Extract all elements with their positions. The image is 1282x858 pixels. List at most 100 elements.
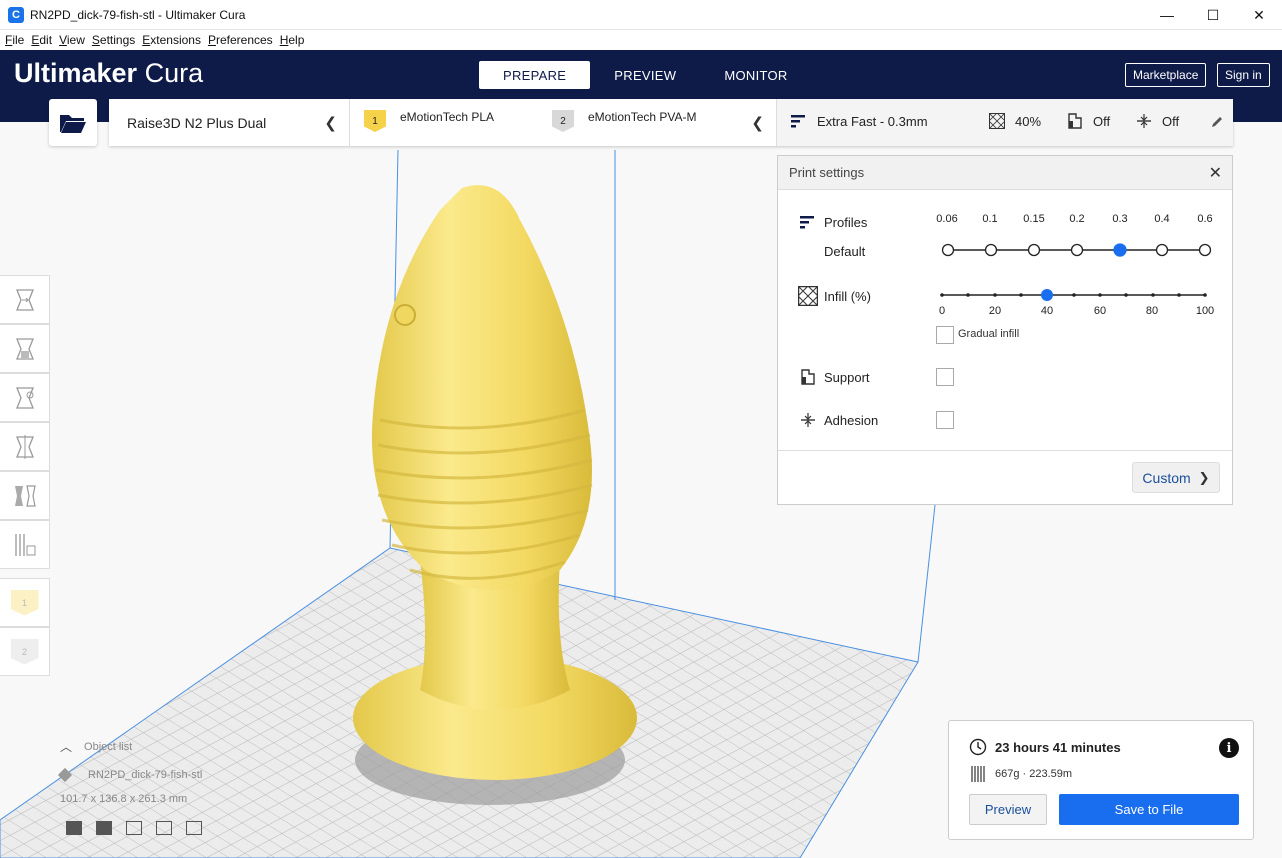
profile-stop[interactable] — [1198, 243, 1212, 257]
infill-tick-label: 0 — [938, 305, 946, 317]
scale-tool-button[interactable] — [0, 324, 50, 373]
menu-view[interactable]: View — [59, 33, 85, 47]
quality-profile: Extra Fast - 0.3mm — [791, 113, 928, 129]
object-dimensions: 101.7 x 136.8 x 261.3 mm — [60, 793, 188, 805]
support-blocker-button[interactable] — [0, 520, 50, 569]
material-usage: 667g · 223.59m — [971, 766, 1072, 782]
minimize-button[interactable]: — — [1144, 0, 1190, 30]
print-settings-title: Print settings — [789, 165, 865, 180]
menu-file[interactable]: File — [5, 33, 24, 47]
per-model-settings-button[interactable] — [0, 471, 50, 520]
info-icon[interactable]: i — [1219, 738, 1239, 758]
adhesion-icon — [1137, 114, 1151, 128]
adhesion-checkbox[interactable] — [936, 411, 954, 429]
material-selector[interactable]: 1 eMotionTech PLA 2 eMotionTech PVA-M ❮ — [350, 99, 777, 146]
left-view-icon[interactable] — [156, 821, 172, 835]
3d-view-icon[interactable] — [66, 821, 82, 835]
print-action-panel: 23 hours 41 minutes 667g · 223.59m i Pre… — [948, 720, 1254, 840]
infill-label: Infill (%) — [824, 288, 871, 304]
object-list-header[interactable]: ︿ Object list — [60, 738, 202, 755]
mirror-tool-button[interactable] — [0, 422, 50, 471]
menu-extensions[interactable]: Extensions — [142, 33, 201, 47]
front-view-icon[interactable] — [96, 821, 112, 835]
pencil-icon[interactable] — [1210, 115, 1224, 129]
menu-preferences[interactable]: Preferences — [208, 33, 273, 47]
profile-tick-label: 0.15 — [1023, 213, 1045, 225]
infill-tick-label: 80 — [1145, 305, 1159, 317]
object-list-title: Object list — [84, 740, 133, 753]
close-icon[interactable]: ✕ — [1209, 163, 1222, 183]
move-tool-button[interactable] — [0, 275, 50, 324]
adhesion-value: Off — [1162, 113, 1180, 129]
support-row-label: Support — [800, 369, 870, 385]
profile-stop[interactable] — [941, 243, 955, 257]
support-summary: Off — [1067, 113, 1110, 129]
mirror-icon — [15, 434, 34, 459]
extruder-1-badge: 1 — [364, 110, 386, 132]
material-usage-value: 667g · 223.59m — [995, 768, 1073, 780]
stage-tabs: PREPARE PREVIEW MONITOR — [479, 61, 812, 89]
marketplace-button[interactable]: Marketplace — [1125, 63, 1207, 87]
brand-name: Ultimaker — [14, 58, 138, 88]
profile-stop[interactable] — [1070, 243, 1084, 257]
model-eye — [394, 304, 416, 326]
cura-app-icon: C — [8, 6, 24, 23]
extruder-2-tool[interactable]: 2 — [0, 627, 50, 676]
menu-settings[interactable]: Settings — [92, 33, 135, 47]
extruder-2-badge: 2 — [552, 110, 574, 132]
extruder-2-tool-badge: 2 — [10, 638, 39, 665]
maximize-button[interactable]: ☐ — [1190, 0, 1236, 30]
save-to-file-button[interactable]: Save to File — [1059, 794, 1239, 825]
gradual-infill-checkbox[interactable] — [936, 326, 954, 344]
print-settings-header: Print settings ✕ — [778, 156, 1232, 190]
infill-slider-handle[interactable] — [1041, 289, 1053, 301]
top-view-icon[interactable] — [126, 821, 142, 835]
support-checkbox[interactable] — [936, 368, 954, 386]
profile-stop[interactable] — [1027, 243, 1041, 257]
infill-tick-label: 20 — [988, 305, 1002, 317]
infill-slider[interactable] — [936, 285, 1216, 305]
menu-help[interactable]: Help — [280, 33, 305, 47]
brand-product: Cura — [144, 58, 204, 88]
adhesion-summary: Off — [1136, 113, 1179, 129]
extruder-1-material: eMotionTech PLA — [400, 110, 495, 124]
preview-button[interactable]: Preview — [969, 794, 1047, 825]
model-body — [371, 185, 592, 590]
scale-icon — [15, 337, 34, 360]
tab-preview[interactable]: PREVIEW — [590, 61, 700, 89]
printer-name: Raise3D N2 Plus Dual — [127, 114, 267, 131]
panel-divider — [778, 450, 1232, 451]
infill-value: 40% — [1015, 113, 1042, 129]
printer-selector[interactable]: Raise3D N2 Plus Dual ❮ — [109, 99, 350, 146]
brand-logo: Ultimaker Cura — [14, 58, 203, 89]
support-value: Off — [1093, 113, 1111, 129]
profiles-label: Profiles — [824, 214, 868, 230]
extruder-1-tool-badge: 1 — [10, 589, 39, 616]
close-window-button[interactable]: ✕ — [1236, 0, 1282, 30]
open-file-button[interactable] — [49, 99, 97, 146]
profile-stop[interactable] — [1155, 243, 1169, 257]
print-settings-panel: Print settings ✕ Profiles Default 0.06 0… — [777, 155, 1233, 505]
title-bar: C RN2PD_dick-79-fish-stl - Ultimaker Cur… — [0, 0, 1282, 30]
tab-monitor[interactable]: MONITOR — [700, 61, 811, 89]
profile-stop-selected[interactable] — [1113, 243, 1127, 257]
spool-icon — [971, 766, 985, 782]
object-name: RN2PD_dick-79-fish-stl — [88, 769, 203, 781]
profile-stop[interactable] — [984, 243, 998, 257]
print-setup-selector[interactable]: Extra Fast - 0.3mm 40% Off Off — [777, 99, 1233, 146]
tab-prepare[interactable]: PREPARE — [479, 61, 591, 89]
right-view-icon[interactable] — [186, 821, 202, 835]
infill-summary: 40% — [989, 113, 1041, 129]
rotate-tool-button[interactable] — [0, 373, 50, 422]
extruder-1-tool[interactable]: 1 — [0, 578, 50, 627]
menu-edit[interactable]: Edit — [31, 33, 52, 47]
sign-in-button[interactable]: Sign in — [1217, 63, 1270, 87]
custom-settings-button[interactable]: Custom ❯ — [1132, 462, 1220, 493]
custom-button-label: Custom — [1142, 469, 1191, 486]
profile-tick-label: 0.06 — [936, 213, 958, 225]
profiles-row-label: Profiles — [800, 214, 867, 230]
profile-slider[interactable] — [938, 240, 1218, 260]
adhesion-label: Adhesion — [824, 412, 879, 428]
clock-icon — [969, 738, 987, 756]
object-list-item[interactable]: RN2PD_dick-79-fish-stl — [57, 767, 203, 783]
